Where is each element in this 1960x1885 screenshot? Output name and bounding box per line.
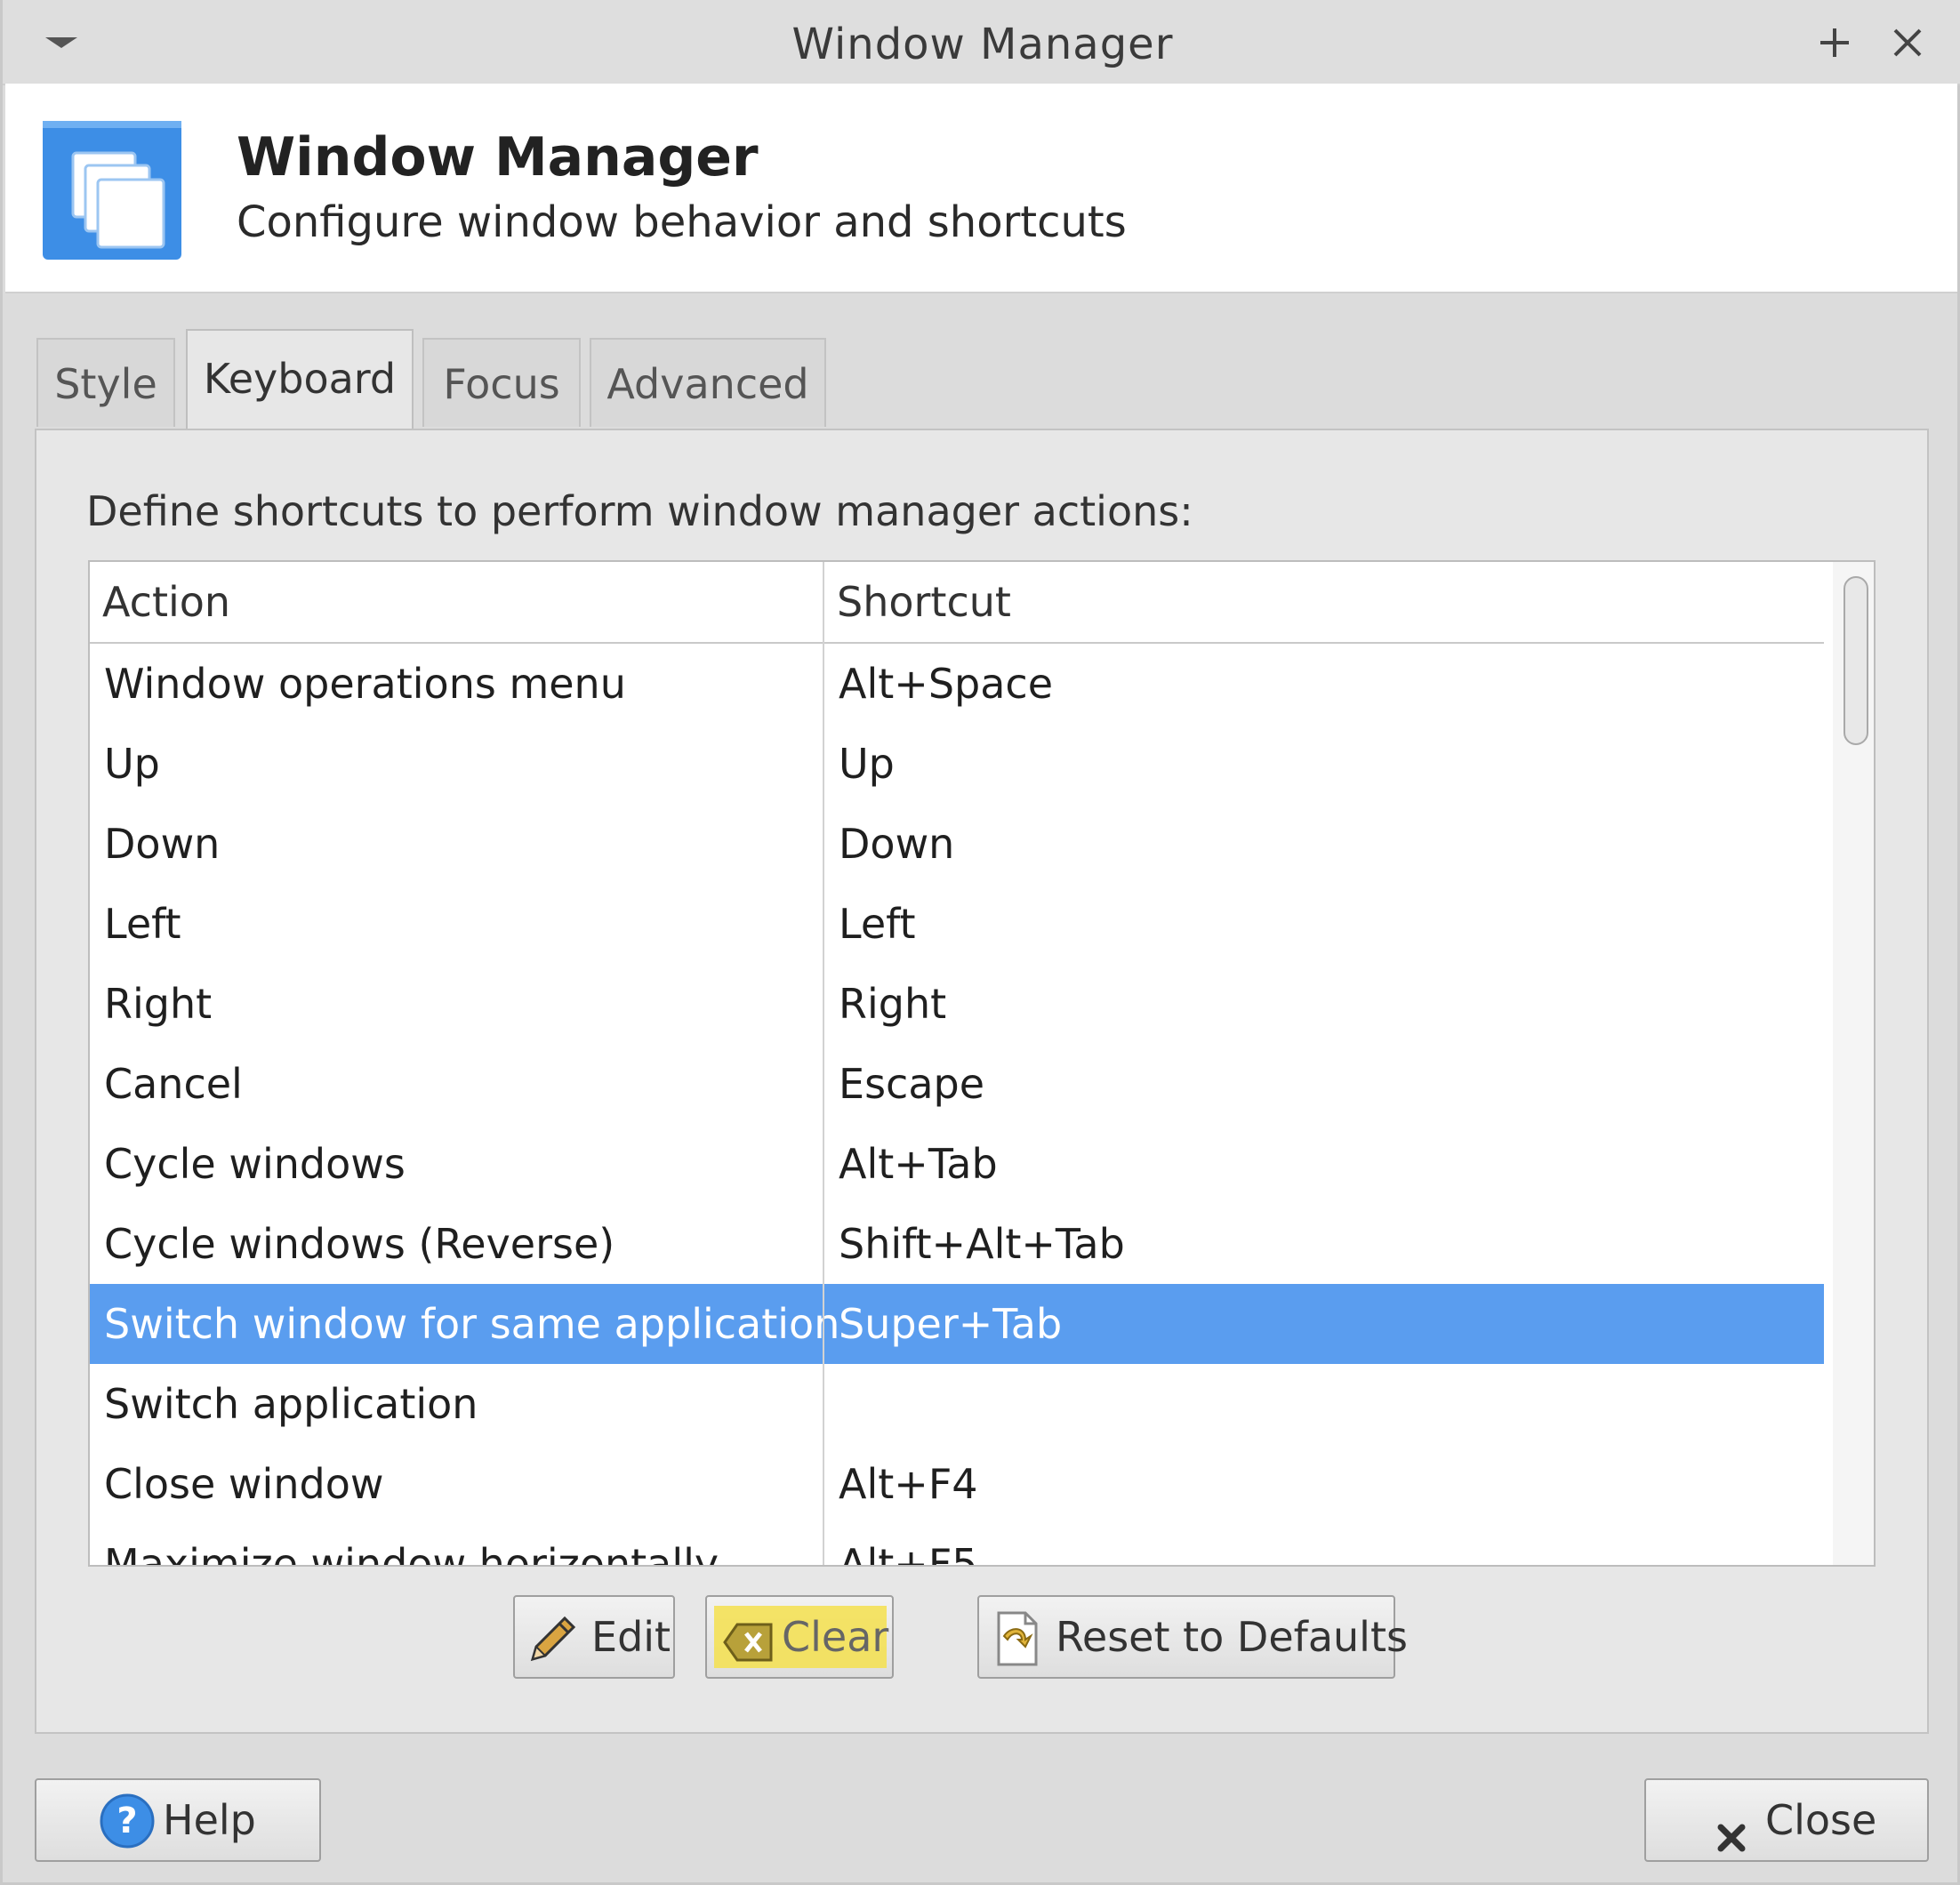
shortcut-cell: Right xyxy=(839,980,947,1028)
column-divider xyxy=(823,562,824,1565)
tab-style[interactable]: Style xyxy=(36,338,175,427)
header-subtitle: Configure window behavior and shortcuts xyxy=(237,197,1127,247)
vertical-scrollbar[interactable] xyxy=(1833,562,1874,1565)
action-cell: Up xyxy=(104,740,160,788)
action-cell: Cycle windows xyxy=(104,1140,406,1188)
dialog-header: Window Manager Configure window behavior… xyxy=(5,84,1957,293)
header-title: Window Manager xyxy=(237,126,759,188)
action-cell: Close window xyxy=(104,1460,384,1508)
tab-advanced[interactable]: Advanced xyxy=(590,338,826,427)
shortcut-cell: Alt+F5 xyxy=(839,1540,978,1567)
action-cell: Right xyxy=(104,980,213,1028)
table-row[interactable]: Left Left xyxy=(90,884,1824,964)
action-cell: Switch window for same application xyxy=(104,1300,840,1348)
table-row[interactable]: Maximize window horizontally Alt+F5 xyxy=(90,1524,1824,1567)
window-title: Window Manager xyxy=(791,20,1174,69)
shortcut-cell: Alt+F4 xyxy=(839,1460,978,1508)
reset-button-label: Reset to Defaults xyxy=(1056,1613,1408,1661)
column-header-action[interactable]: Action xyxy=(102,562,230,642)
table-row[interactable]: Down Down xyxy=(90,804,1824,884)
help-button[interactable]: ? Help xyxy=(35,1778,321,1862)
close-x-icon xyxy=(1714,1801,1749,1881)
help-icon: ? xyxy=(99,1793,156,1875)
edit-button[interactable]: Edit xyxy=(513,1595,675,1679)
shortcut-cell: Left xyxy=(839,900,916,948)
shortcut-cell: Shift+Alt+Tab xyxy=(839,1220,1125,1268)
close-icon[interactable] xyxy=(1881,16,1934,69)
shortcuts-list[interactable]: Action Shortcut Window operations menu Al… xyxy=(88,560,1876,1567)
action-cell: Cycle windows (Reverse) xyxy=(104,1220,615,1268)
titlebar: Window Manager xyxy=(3,0,1960,85)
table-row[interactable]: Cycle windows Alt+Tab xyxy=(90,1124,1824,1204)
window-manager-app-icon xyxy=(41,119,183,261)
shortcut-cell: Up xyxy=(839,740,895,788)
shortcut-cell: Escape xyxy=(839,1060,985,1108)
table-row[interactable]: Right Right xyxy=(90,964,1824,1044)
window-manager-dialog: Window Manager Window Manager Configure … xyxy=(0,0,1960,1885)
reset-to-defaults-button[interactable]: Reset to Defaults xyxy=(977,1595,1408,1679)
action-cell: Cancel xyxy=(104,1060,243,1108)
scrollbar-thumb[interactable] xyxy=(1844,576,1868,745)
svg-text:?: ? xyxy=(116,1801,137,1841)
action-cell: Switch application xyxy=(104,1380,478,1428)
action-cell: Down xyxy=(104,820,221,868)
shortcut-cell: Alt+Tab xyxy=(839,1140,998,1188)
help-button-label: Help xyxy=(163,1796,256,1844)
shortcut-cell: Super+Tab xyxy=(839,1300,1063,1348)
close-button-label: Close xyxy=(1765,1796,1877,1844)
action-cell: Left xyxy=(104,900,181,948)
list-header: Action Shortcut xyxy=(90,562,1824,644)
tab-focus[interactable]: Focus xyxy=(422,338,581,427)
action-cell: Window operations menu xyxy=(104,660,626,708)
table-row[interactable]: Close window Alt+F4 xyxy=(90,1444,1824,1524)
clear-button[interactable]: Clear xyxy=(705,1595,894,1679)
action-cell: Maximize window horizontally xyxy=(104,1540,719,1567)
table-row[interactable]: Cancel Escape xyxy=(90,1044,1824,1124)
shortcut-cell: Down xyxy=(839,820,955,868)
table-row[interactable]: Cycle windows (Reverse) Shift+Alt+Tab xyxy=(90,1204,1824,1284)
shortcut-cell: Alt+Space xyxy=(839,660,1054,708)
shortcuts-description: Define shortcuts to perform window manag… xyxy=(86,487,1193,535)
clear-button-label: Clear xyxy=(782,1613,889,1661)
column-header-shortcut[interactable]: Shortcut xyxy=(837,562,1011,642)
clear-backspace-icon xyxy=(721,1613,775,1693)
table-row-selected[interactable]: Switch window for same application Super+… xyxy=(90,1284,1824,1364)
table-row[interactable]: Up Up xyxy=(90,724,1824,804)
maximize-icon[interactable] xyxy=(1808,16,1861,69)
close-button[interactable]: Close xyxy=(1644,1778,1929,1862)
table-row[interactable]: Switch application xyxy=(90,1364,1824,1444)
tab-keyboard[interactable]: Keyboard xyxy=(186,329,414,430)
pencil-icon xyxy=(524,1609,582,1694)
edit-button-label: Edit xyxy=(591,1613,671,1661)
table-row[interactable]: Window operations menu Alt+Space xyxy=(90,644,1824,724)
revert-document-icon xyxy=(992,1609,1041,1694)
